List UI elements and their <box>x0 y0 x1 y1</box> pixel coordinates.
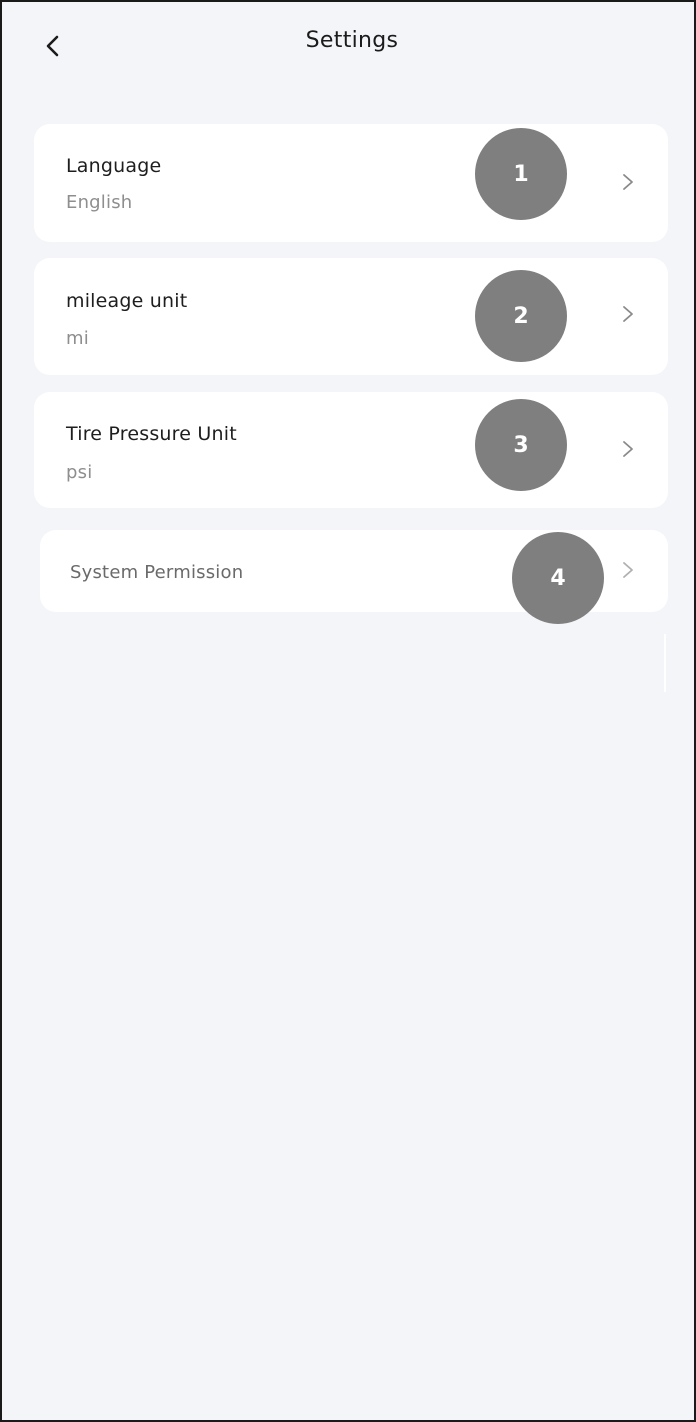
phone-screen: Settings Language English mileage unit m… <box>0 0 696 1422</box>
setting-value: English <box>66 192 133 213</box>
setting-value: mi <box>66 328 89 349</box>
setting-label: mileage unit <box>66 290 188 312</box>
step-badge-3: 3 <box>475 399 567 491</box>
step-badge-4: 4 <box>512 532 604 624</box>
setting-value: psi <box>66 462 93 483</box>
top-bar: Settings <box>2 2 694 94</box>
setting-row-mileage-unit[interactable]: mileage unit mi <box>34 258 668 375</box>
page-title: Settings <box>305 28 399 53</box>
step-badge-2: 2 <box>475 270 567 362</box>
scroll-indicator <box>664 634 666 692</box>
setting-label: Tire Pressure Unit <box>66 423 237 445</box>
step-badge-1: 1 <box>475 128 567 220</box>
setting-row-language[interactable]: Language English <box>34 124 668 242</box>
setting-label: Language <box>66 155 162 177</box>
chevron-right-icon <box>623 174 633 190</box>
setting-row-tire-pressure-unit[interactable]: Tire Pressure Unit psi <box>34 392 668 508</box>
setting-label: System Permission <box>70 562 244 583</box>
chevron-right-icon <box>623 562 633 578</box>
chevron-right-icon <box>623 441 633 457</box>
chevron-right-icon <box>623 306 633 322</box>
